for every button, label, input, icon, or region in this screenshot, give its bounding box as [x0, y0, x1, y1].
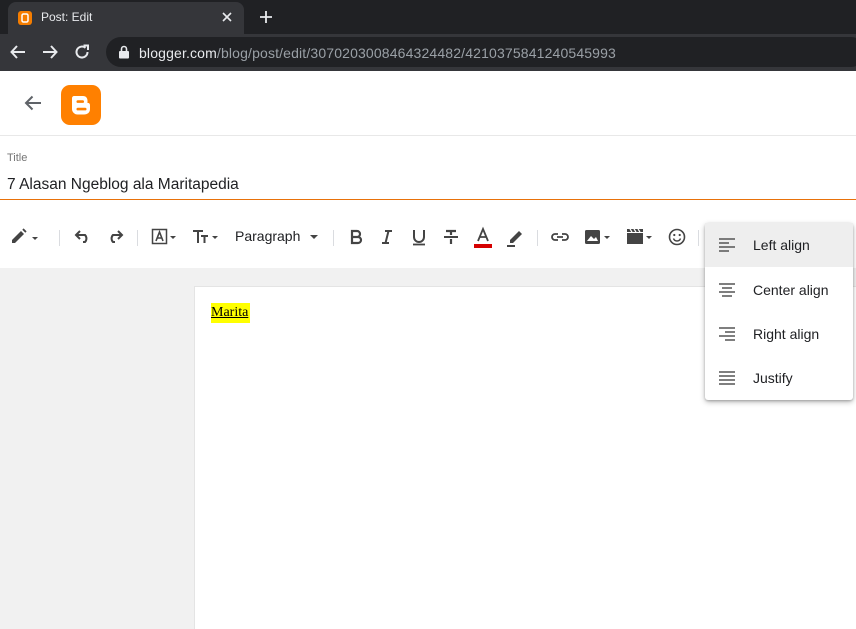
font-style-icon[interactable]: [150, 226, 180, 248]
new-tab-icon[interactable]: [258, 9, 274, 25]
title-label: Title: [7, 152, 28, 164]
pencil-mode-icon[interactable]: [9, 226, 43, 248]
underline-icon[interactable]: [408, 226, 430, 248]
toolbar-separator: [698, 230, 699, 246]
browser-tab[interactable]: Post: Edit: [8, 2, 244, 34]
post-title-input[interactable]: 7 Alasan Ngeblog ala Maritapedia: [7, 176, 239, 194]
close-tab-icon[interactable]: [220, 10, 234, 24]
toolbar-separator: [537, 230, 538, 246]
text-color-icon[interactable]: [472, 226, 494, 248]
align-right-icon: [719, 327, 735, 341]
redo-icon[interactable]: [104, 226, 126, 248]
bold-icon[interactable]: [345, 226, 367, 248]
address-bar[interactable]: blogger.com/blog/post/edit/3070203008464…: [106, 37, 856, 67]
undo-icon[interactable]: [72, 226, 94, 248]
browser-toolbar: blogger.com/blog/post/edit/3070203008464…: [0, 34, 856, 71]
highlight-pen-icon[interactable]: [505, 226, 527, 248]
tab-title: Post: Edit: [41, 10, 93, 24]
menu-item-label: Left align: [753, 237, 810, 253]
chevron-down-icon[interactable]: [309, 234, 319, 240]
toolbar-separator: [59, 230, 60, 246]
toolbar-separator: [137, 230, 138, 246]
menu-item-center-align[interactable]: Center align: [705, 268, 853, 312]
paragraph-style-select[interactable]: Paragraph: [235, 228, 300, 244]
menu-item-label: Center align: [753, 282, 829, 298]
menu-item-right-align[interactable]: Right align: [705, 312, 853, 356]
align-justify-icon: [719, 371, 735, 385]
menu-item-justify[interactable]: Justify: [705, 356, 853, 400]
reload-icon[interactable]: [73, 43, 91, 61]
lock-icon: [118, 45, 130, 59]
browser-tab-strip: Post: Edit: [0, 0, 856, 34]
app-header: [0, 71, 856, 136]
italic-icon[interactable]: [376, 226, 398, 248]
link-icon[interactable]: [549, 226, 571, 248]
strikethrough-icon[interactable]: [440, 226, 462, 248]
title-underline: [0, 199, 856, 200]
back-arrow-icon[interactable]: [22, 92, 44, 114]
blogger-logo[interactable]: [61, 85, 101, 125]
browser-forward-icon[interactable]: [41, 43, 59, 61]
blogger-favicon-icon: [18, 11, 32, 25]
align-left-icon: [719, 238, 735, 252]
insert-image-icon[interactable]: [582, 226, 614, 248]
alignment-menu: Left align Center align Right align Just…: [705, 223, 853, 400]
insert-video-icon[interactable]: [624, 226, 656, 248]
menu-item-label: Justify: [753, 370, 793, 386]
text-size-icon[interactable]: [191, 226, 221, 248]
menu-item-left-align[interactable]: Left align: [705, 223, 853, 267]
emoji-icon[interactable]: [666, 226, 688, 248]
url-text: blogger.com/blog/post/edit/3070203008464…: [139, 45, 616, 61]
menu-item-label: Right align: [753, 326, 820, 342]
post-body-text[interactable]: Marita: [211, 303, 251, 323]
align-center-icon: [719, 283, 735, 297]
toolbar-separator: [333, 230, 334, 246]
browser-back-icon[interactable]: [9, 43, 27, 61]
